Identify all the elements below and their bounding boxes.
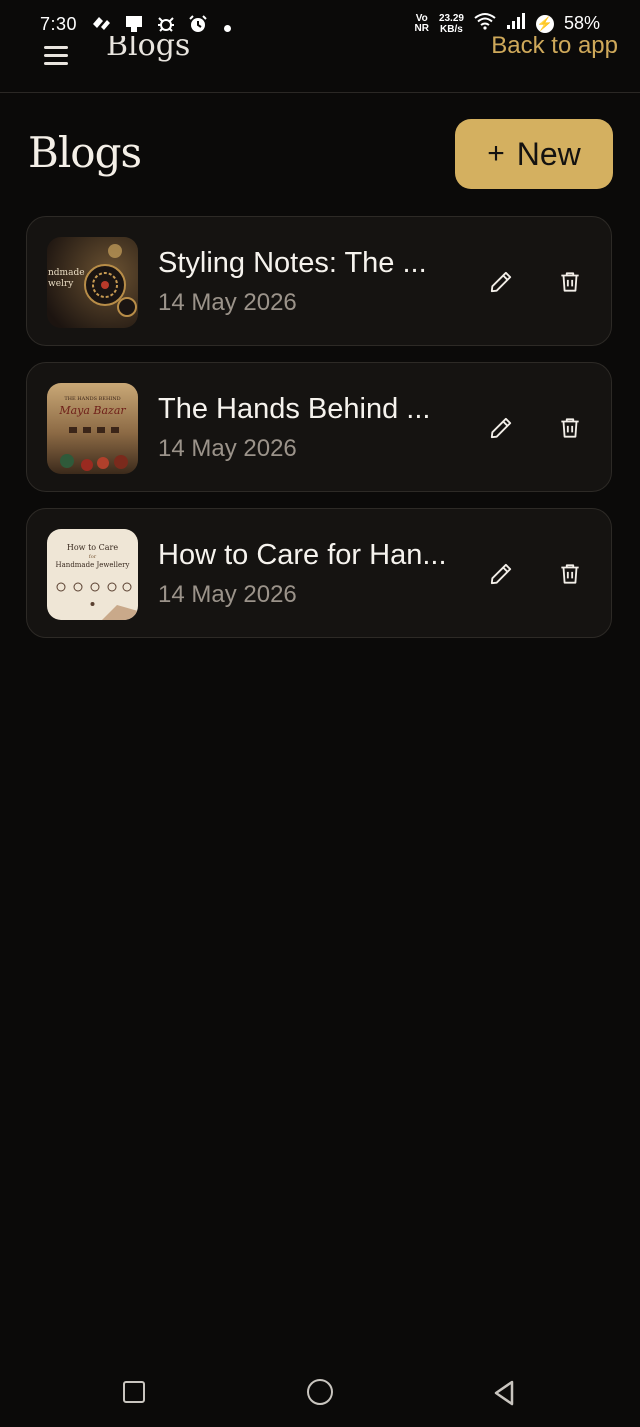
plus-icon: + [487,137,505,170]
network-speed: 23.29 KB/s [439,13,464,35]
thumb-text: ndmade [48,268,85,278]
post-thumbnail: ndmade welry [47,237,138,328]
trash-icon [561,272,579,292]
signal-icon [506,12,526,35]
battery-percent: 58% [563,13,600,33]
pencil-icon [490,271,512,293]
edit-post-button[interactable] [488,561,514,587]
notification-dot [224,25,231,32]
blog-post-card[interactable]: THE HANDS BEHIND Maya Bazar The Hands Be… [26,362,612,492]
edit-post-button[interactable] [488,415,514,441]
pencil-icon [490,563,512,585]
post-thumbnail: THE HANDS BEHIND Maya Bazar [47,383,138,474]
new-button-label: New [516,135,581,172]
volte-bottom-label: NR [414,22,429,34]
post-title[interactable]: The Hands Behind ... [158,393,448,426]
charging-icon: ⚡ [535,14,554,33]
speed-unit: KB/s [440,23,463,35]
back-icon[interactable] [492,1380,516,1406]
post-thumbnail: How to Care for Handmade Jewellery [47,529,138,620]
back-to-app-link[interactable]: Back to app [491,36,618,60]
post-date: 14 May 2026 [158,435,297,462]
trash-icon [561,564,579,584]
post-title[interactable]: Styling Notes: The ... [158,247,448,280]
status-time: 7:30 [40,14,78,34]
post-date: 14 May 2026 [158,289,297,316]
post-date: 14 May 2026 [158,581,297,608]
delete-post-button[interactable] [557,269,583,295]
recents-icon[interactable] [123,1381,145,1403]
menu-icon[interactable] [44,46,68,65]
thumb-text: Maya Bazar [58,404,126,417]
wifi-icon [474,12,496,35]
blog-post-card[interactable]: How to Care for Handmade Jewellery How t… [26,508,612,638]
volte-top-label: Vo [415,12,428,24]
delete-post-button[interactable] [557,415,583,441]
system-nav-bar [0,1360,640,1427]
edit-post-button[interactable] [488,269,514,295]
pencil-icon [490,417,512,439]
page-title: Blogs [28,128,142,177]
app-top-bar: Blogs Back to app [0,36,640,93]
blog-post-card[interactable]: ndmade welry Styling Notes: The ... 14 M… [26,216,612,346]
volte-indicator: Vo NR [414,12,429,34]
thumb-text: Handmade Jewellery [56,561,130,569]
top-bar-title: Blogs [106,36,191,63]
thumb-text: for [89,554,97,560]
thumb-text: How to Care [67,543,118,552]
delete-post-button[interactable] [557,561,583,587]
speed-value: 23.29 [438,12,464,24]
home-icon[interactable] [307,1379,333,1405]
thumb-text: THE HANDS BEHIND [64,396,120,402]
new-blog-button[interactable]: + New [455,119,613,189]
post-title[interactable]: How to Care for Han... [158,539,448,572]
thumb-text: welry [48,279,74,289]
trash-icon [561,418,579,438]
status-system-icons: Vo NR 23.29 KB/s ⚡ 58% [414,12,600,35]
